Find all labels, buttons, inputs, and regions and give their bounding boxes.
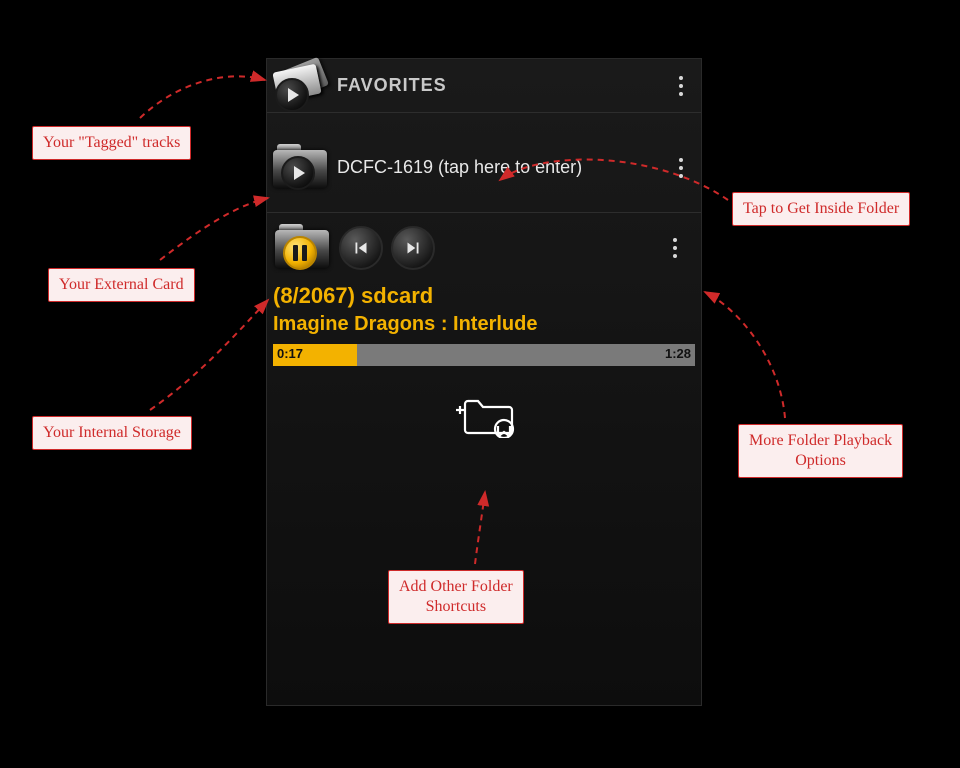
next-button[interactable]	[391, 226, 435, 270]
callout-add-shortcuts: Add Other Folder Shortcuts	[388, 570, 524, 624]
playback-controls	[273, 217, 695, 279]
callout-inside-folder: Tap to Get Inside Folder	[732, 192, 910, 226]
elapsed-time: 0:17	[277, 346, 303, 361]
folder-more-icon[interactable]	[671, 154, 691, 182]
folder-row[interactable]: DCFC-1619 (tap here to enter)	[267, 123, 701, 213]
callout-internal-storage: Your Internal Storage	[32, 416, 192, 450]
skip-next-icon	[402, 237, 424, 259]
track-title: Imagine Dragons : Interlude	[273, 313, 695, 336]
duration-time: 1:28	[665, 346, 691, 361]
favorites-row[interactable]: FAVORITES	[267, 59, 701, 113]
track-counter: (8/2067) sdcard	[273, 283, 695, 309]
progress-bar[interactable]: 0:17 1:28	[273, 344, 695, 366]
folder-pause-icon[interactable]	[273, 224, 331, 272]
callout-tagged-tracks: Your "Tagged" tracks	[32, 126, 191, 160]
add-folder-icon	[449, 388, 519, 438]
add-folder-shortcut-button[interactable]	[273, 388, 695, 438]
now-playing-more-icon[interactable]	[665, 234, 685, 262]
favorites-more-icon[interactable]	[671, 72, 691, 100]
folder-play-icon	[271, 144, 329, 192]
folder-label: DCFC-1619 (tap here to enter)	[337, 157, 582, 178]
favorites-label: FAVORITES	[337, 75, 447, 96]
skip-previous-icon	[350, 237, 372, 259]
now-playing-block: (8/2067) sdcard Imagine Dragons : Interl…	[267, 213, 701, 438]
previous-button[interactable]	[339, 226, 383, 270]
callout-more-options: More Folder Playback Options	[738, 424, 903, 478]
callout-external-card: Your External Card	[48, 268, 195, 302]
favorites-icon	[271, 62, 329, 110]
